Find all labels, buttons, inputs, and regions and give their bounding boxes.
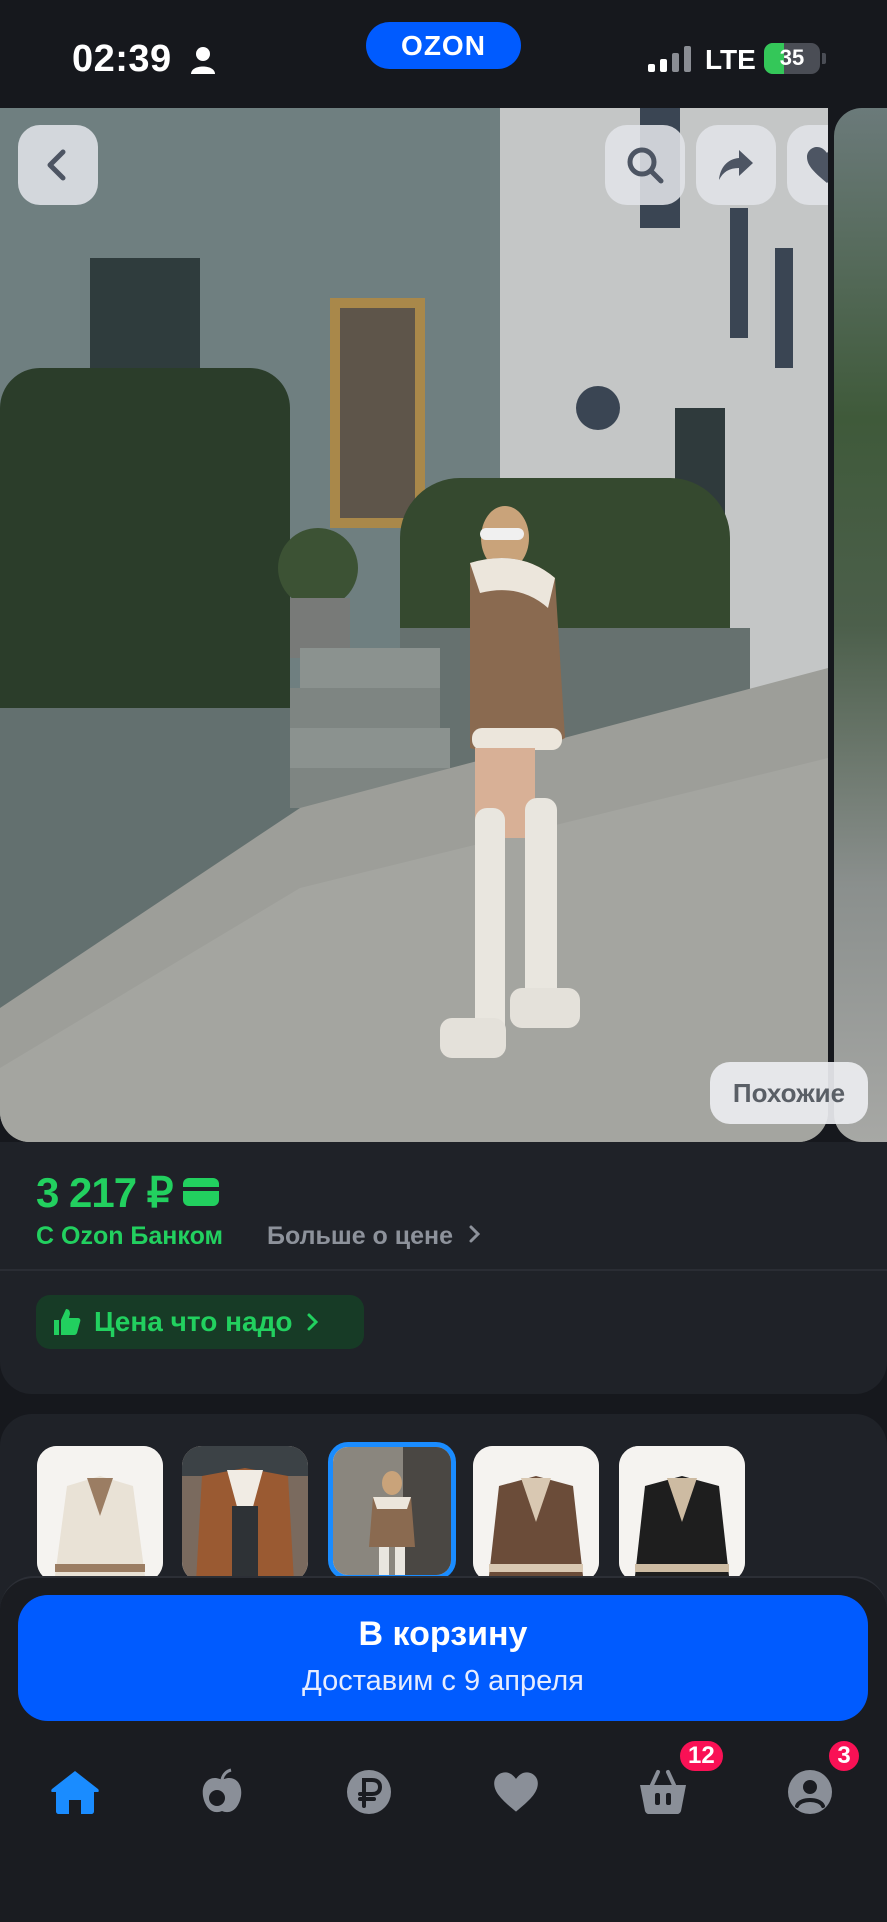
variant-thumb-brown[interactable]: [473, 1446, 599, 1582]
nav-finance[interactable]: [339, 1762, 399, 1822]
back-button[interactable]: [18, 125, 98, 205]
favorite-button[interactable]: [787, 125, 828, 205]
price-card: 3 217 ₽ С Ozon Банком Больше о цене Цена…: [0, 1142, 887, 1394]
person-icon: [191, 47, 215, 74]
profile-notification-badge: 3: [826, 1738, 862, 1774]
nav-favorites[interactable]: [486, 1762, 546, 1822]
battery-level: 35: [779, 45, 805, 70]
signal-icon: [648, 46, 691, 72]
cart-count-badge: 12: [677, 1738, 726, 1774]
variant-thumb-black[interactable]: [619, 1446, 745, 1582]
search-button[interactable]: [605, 125, 685, 205]
share-arrow-icon: [719, 150, 753, 180]
jacket-image: [182, 1446, 308, 1582]
profile-icon: [788, 1770, 832, 1814]
delivery-date: Доставим с 9 апреля: [302, 1665, 584, 1697]
battery-tip: [822, 53, 826, 64]
ruble-icon: [347, 1770, 391, 1814]
ozon-bank-label[interactable]: С Ozon Банком: [36, 1222, 223, 1251]
card-icon: [183, 1178, 219, 1206]
status-time: 02:39: [72, 38, 172, 80]
status-bar: 02:39 OZON LTE 35: [0, 0, 887, 108]
nav-cart[interactable]: [633, 1762, 693, 1822]
fresh-icon: [202, 1768, 242, 1813]
add-to-cart-label: В корзину: [358, 1615, 528, 1653]
variant-thumb-brown-vest-selected[interactable]: [328, 1442, 456, 1580]
similar-button[interactable]: Похожие: [710, 1062, 868, 1124]
nav-home[interactable]: [45, 1762, 105, 1822]
product-photo[interactable]: [0, 108, 828, 1142]
network-type: LTE: [705, 44, 756, 75]
heart-icon: [494, 1772, 538, 1812]
chevron-right-icon: [307, 1313, 319, 1331]
battery-icon: 35: [764, 43, 820, 74]
ozon-logo: OZON: [366, 22, 521, 69]
price-value: 3 217 ₽: [36, 1169, 173, 1216]
heart-icon: [807, 147, 828, 183]
basket-icon: [640, 1770, 686, 1814]
nav-fresh[interactable]: [192, 1762, 252, 1822]
share-button[interactable]: [696, 125, 776, 205]
jacket-image: [473, 1446, 599, 1582]
jacket-image: [619, 1446, 745, 1582]
good-price-badge[interactable]: Цена что надо: [36, 1295, 364, 1349]
home-icon: [51, 1771, 99, 1814]
good-price-label: Цена что надо: [94, 1306, 293, 1337]
chevron-right-icon: [469, 1225, 481, 1243]
variant-thumb-cream[interactable]: [37, 1446, 163, 1582]
chevron-left-icon: [47, 149, 66, 181]
price-details-label: Больше о цене: [267, 1222, 454, 1250]
add-to-cart-button[interactable]: В корзину Доставим с 9 апреля: [18, 1595, 868, 1721]
price-details-link[interactable]: Больше о цене: [267, 1222, 482, 1251]
divider: [0, 1269, 887, 1271]
nav-profile[interactable]: [780, 1762, 840, 1822]
search-icon: [627, 147, 664, 184]
next-photo-peek[interactable]: [834, 108, 887, 1142]
variant-thumb-brown-model[interactable]: [182, 1446, 308, 1582]
jacket-image: [333, 1447, 451, 1575]
thumbs-up-icon: [54, 1309, 81, 1335]
photo-illustration: [0, 108, 828, 1142]
jacket-image: [37, 1446, 163, 1582]
